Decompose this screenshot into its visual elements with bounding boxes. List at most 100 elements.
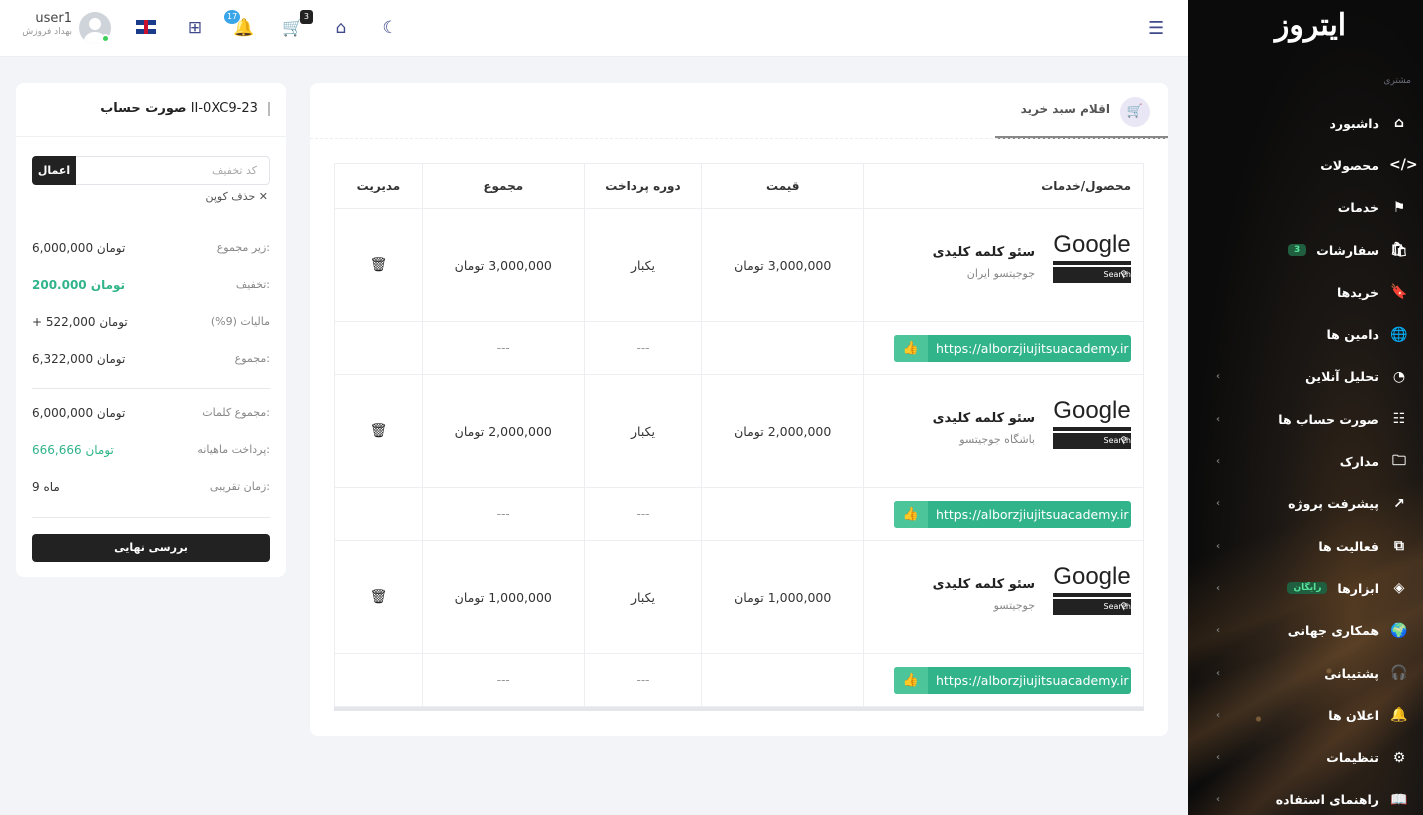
price-cell: 3,000,000 تومان	[701, 208, 865, 322]
table-header-row: محصول/خدمات قیمت دوره پرداخت مجموع مدیری…	[334, 163, 1144, 209]
summary-row: مجموع کلمات: 6,000,000 تومان	[32, 406, 270, 426]
summary-row: مالیات (9%) + 522,000 تومان	[32, 315, 270, 335]
total-cell: 2,000,000 تومان	[421, 374, 585, 488]
table-row: Google Search ⚲ سئو کلمه کلیدی باشگاه جوجیتس…	[334, 374, 1144, 488]
final-review-button[interactable]: بررسی نهایی	[32, 534, 270, 562]
sidebar-item-10[interactable]: ⧉ فعالیت ها ‹	[1188, 525, 1423, 567]
sidebar-item-4[interactable]: 🔖 خریدها	[1188, 271, 1423, 313]
invoice-id: II-0XC9-23	[190, 101, 258, 116]
bell-icon[interactable]: 🔔 17	[224, 10, 256, 40]
col-header-product: محصول/خدمات	[863, 163, 1144, 209]
product-url-text: https://alborzjiujitsuacademy.ir	[936, 672, 1129, 688]
summary-label: مالیات (9%)	[210, 315, 270, 328]
chevron-left-icon: ‹	[1216, 456, 1221, 468]
summary-value: + 522,000 تومان	[32, 315, 128, 329]
summary-row: تخفیف: 200.000 تومان	[32, 278, 270, 298]
sidebar-item-6[interactable]: ◔ تحلیل آنلاین ‹	[1188, 356, 1423, 398]
cart-items-card: اقلام سبد خرید 🛒 محصول/خدمات قیمت دوره پ…	[310, 83, 1168, 736]
table-row: Google Search ⚲ سئو کلمه کلیدی جوجیتسو 1,000,…	[334, 540, 1144, 654]
cart-icon[interactable]: 🛒 3	[281, 10, 313, 40]
gear-icon: ⚙	[1392, 749, 1406, 766]
brand-logo[interactable]: ایتروز	[1188, 8, 1423, 43]
empty-cell: ---	[583, 653, 703, 707]
trash-icon[interactable]: 🗑	[370, 423, 388, 439]
trash-icon[interactable]: 🗑	[370, 257, 388, 273]
apps-grid-icon[interactable]: ⊞	[183, 16, 207, 40]
summary-label: پرداخت ماهیانه:	[197, 443, 270, 456]
product-url-text: https://alborzjiujitsuacademy.ir	[936, 340, 1129, 356]
sidebar-item-16[interactable]: 📖 راهنمای استفاده ‹	[1188, 779, 1423, 815]
product-subtitle: جوجیتسو ایران	[966, 267, 1035, 280]
uk-flag-icon[interactable]	[136, 20, 156, 34]
chevron-left-icon: ‹	[1216, 498, 1221, 510]
search-icon: ⚲	[1120, 436, 1127, 446]
dark-mode-moon-icon[interactable]: ☾	[378, 16, 402, 40]
sidebar-item-14[interactable]: 🔔 اعلان ها ‹	[1188, 694, 1423, 736]
sidebar-item-8[interactable]: 🗀 مدارک ‹	[1188, 440, 1423, 482]
sidebar-item-1[interactable]: </> محصولات	[1188, 144, 1423, 186]
chevron-left-icon: ‹	[1216, 794, 1221, 806]
empty-cell: ---	[421, 487, 585, 541]
coupon-row: اعمال	[32, 156, 270, 185]
book-icon: 📖	[1390, 791, 1408, 808]
chevron-left-icon: ‹	[1216, 371, 1221, 383]
sidebar-item-2[interactable]: ⚑ خدمات	[1188, 187, 1423, 229]
hamburger-menu-icon[interactable]: ☰	[1148, 18, 1168, 39]
tab-cart-items[interactable]: اقلام سبد خرید 🛒	[995, 83, 1168, 139]
summary-row: مجموع: 6,322,000 تومان	[32, 352, 270, 372]
world-icon: 🌍	[1390, 622, 1408, 639]
remove-coupon-link[interactable]: حذف کوپن ✕	[205, 190, 268, 203]
sidebar-item-0[interactable]: ⌂ داشبورد	[1188, 102, 1423, 144]
sidebar-item-13[interactable]: 🎧 پشتیبانی ‹	[1188, 652, 1423, 694]
summary-row: پرداخت ماهیانه: 666,666 تومان	[32, 443, 270, 463]
sidebar-item-11[interactable]: ◈ ابزارها رایگان ‹	[1188, 567, 1423, 609]
product-subtitle: جوجیتسو	[993, 599, 1035, 612]
sidebar-item-label: ابزارها	[1337, 580, 1379, 596]
url-cell: 👍 https://alborzjiujitsuacademy.ir	[863, 487, 1144, 541]
close-icon: ✕	[258, 190, 268, 203]
sidebar-item-5[interactable]: 🌐 دامین ها	[1188, 313, 1423, 355]
sidebar-item-3[interactable]: 🛍 سفارشات 3	[1188, 229, 1423, 271]
invoice-summary-card: صورت حساب II-0XC9-23 اعمال حذف کوپن ✕ زی…	[16, 83, 286, 577]
sidebar-item-label: راهنمای استفاده	[1275, 792, 1379, 808]
google-search-logo: Google Search ⚲	[1053, 397, 1131, 457]
sidebar-item-9[interactable]: ↗ پیشرفت پروژه ‹	[1188, 483, 1423, 525]
sidebar-item-label: تحلیل آنلاین	[1305, 369, 1379, 385]
manage-cell: 🗑	[334, 540, 423, 654]
layers-icon: ◈	[1393, 580, 1405, 597]
tab-cart-items-label: اقلام سبد خرید	[1020, 102, 1110, 116]
sidebar-item-label: پیشرفت پروژه	[1288, 496, 1379, 512]
trash-icon[interactable]: 🗑	[370, 589, 388, 605]
empty-cell	[701, 321, 865, 375]
product-url-link[interactable]: 👍 https://alborzjiujitsuacademy.ir	[894, 500, 1131, 528]
total-cell: 3,000,000 تومان	[421, 208, 585, 322]
home-icon[interactable]: ⌂	[329, 16, 353, 40]
product-url-link[interactable]: 👍 https://alborzjiujitsuacademy.ir	[894, 334, 1131, 362]
chevron-left-icon: ‹	[1216, 752, 1221, 764]
divider	[32, 517, 270, 518]
coupon-input[interactable]	[74, 157, 269, 184]
product-title: سئو کلمه کلیدی	[932, 245, 1035, 260]
sidebar-item-label: خدمات	[1337, 200, 1379, 216]
chevron-left-icon: ‹	[1216, 540, 1221, 552]
summary-value: 6,000,000 تومان	[32, 241, 126, 255]
sidebar-item-15[interactable]: ⚙ تنظیمات ‹	[1188, 736, 1423, 778]
shopping-bag-icon: 🛍	[1390, 242, 1408, 259]
summary-row: زمان تقریبی: 9 ماه	[32, 480, 270, 500]
sidebar-item-7[interactable]: ☷ صورت حساب ها ‹	[1188, 398, 1423, 440]
notification-count-badge: 17	[224, 10, 241, 24]
topbar: ☰ ☾ ⌂ 🛒 3 🔔 17 ⊞ user1 بهداد فروزش	[0, 0, 1188, 57]
product-url-text: https://alborzjiujitsuacademy.ir	[936, 506, 1129, 522]
divider	[310, 138, 1168, 139]
product-url-link[interactable]: 👍 https://alborzjiujitsuacademy.ir	[894, 666, 1131, 694]
user-name[interactable]: user1	[18, 11, 72, 26]
empty-cell: ---	[421, 653, 585, 707]
sidebar-item-label: دامین ها	[1326, 327, 1379, 343]
sidebar-item-12[interactable]: 🌍 همکاری جهانی ‹	[1188, 610, 1423, 652]
summary-value: 200.000 تومان	[32, 278, 126, 292]
bell-icon: 🔔	[1390, 707, 1408, 724]
logo-text: Google	[1053, 563, 1131, 590]
summary-row: زیر مجموع: 6,000,000 تومان	[32, 241, 270, 261]
sidebar-item-label: پشتیبانی	[1324, 665, 1379, 681]
apply-coupon-button[interactable]: اعمال	[32, 156, 76, 185]
